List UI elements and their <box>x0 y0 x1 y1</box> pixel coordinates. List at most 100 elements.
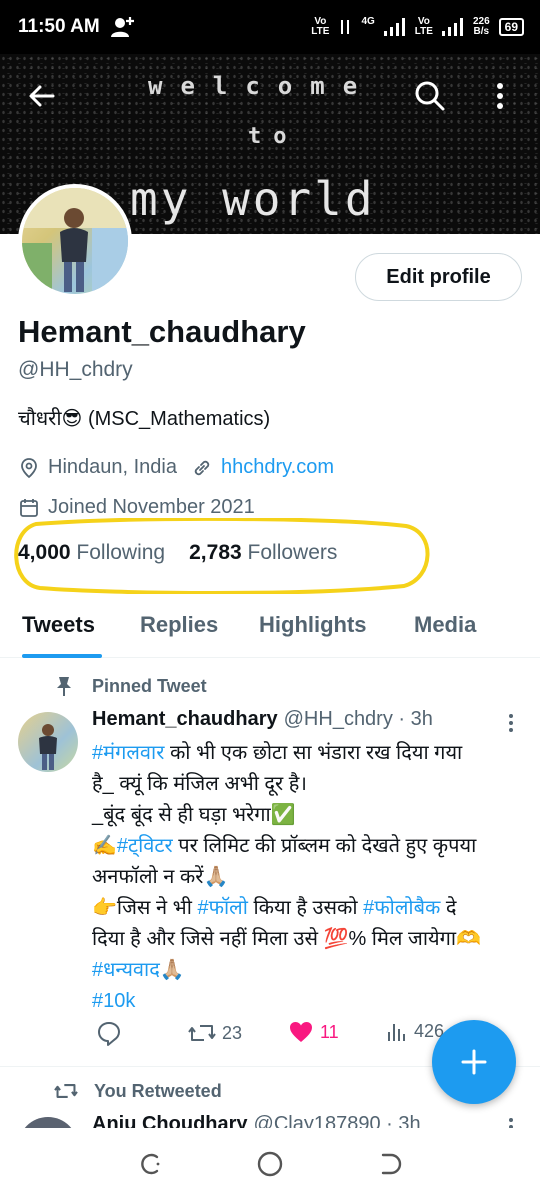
follow-stats: 4,000 Following 2,783 Followers <box>18 541 337 565</box>
banner-text-line1: welcome <box>148 72 376 100</box>
tweet-text: 👉जिस ने भी <box>92 897 198 919</box>
pinned-label: Pinned Tweet <box>54 675 207 697</box>
calendar-icon <box>20 498 38 517</box>
status-bar: 11:50 AM Vo LTE 4G Vo LTE 226 B/s 69 <box>0 0 540 54</box>
profile-joined: Joined November 2021 <box>48 496 255 518</box>
following-label: Following <box>76 541 166 564</box>
recents-button[interactable] <box>130 1144 170 1184</box>
tweet-header: Hemant_chaudhary @HH_chdry · 3h <box>92 708 433 731</box>
edit-profile-button[interactable]: Edit profile <box>355 253 522 301</box>
network-label: 4G <box>361 16 375 27</box>
tweet-text: 🙏🏼 <box>159 959 185 981</box>
tweet-handle-time: @HH_chdry · 3h <box>283 708 433 730</box>
hashtag-link[interactable]: #ट्विटर <box>117 835 173 857</box>
tab-tweets[interactable]: Tweets <box>22 612 95 638</box>
volte-indicator-1: Vo LTE <box>311 17 329 37</box>
avatar-photo <box>22 188 128 294</box>
retweet-button[interactable]: 23 <box>188 1020 242 1046</box>
search-icon <box>415 81 445 111</box>
tweet-text: पर लिमिट की प्रॉब्लम को देखते हुए कृपया <box>172 835 477 857</box>
back-nav-icon <box>381 1153 402 1175</box>
followers-stat[interactable]: 2,783 Followers <box>189 541 337 565</box>
tweet-text: है_ क्यूं कि मंजिल अभी दूर है। <box>92 773 307 795</box>
pinned-label-text: Pinned Tweet <box>92 675 207 696</box>
profile-tabs: Tweets Replies Highlights Media <box>0 600 540 658</box>
profile-joined-row: Joined November 2021 <box>18 496 255 519</box>
tweet-text: दिया है और जिसे नहीं मिला उसे 💯% मिल जाय… <box>92 928 481 950</box>
active-tab-indicator <box>22 654 102 658</box>
hashtag-link[interactable]: #फॉलो <box>197 897 247 919</box>
retweet-icon <box>188 1025 216 1041</box>
network-speed: 226 B/s <box>473 17 490 37</box>
banner-text-line3: my world <box>130 172 376 226</box>
location-icon <box>21 457 37 478</box>
tab-media[interactable]: Media <box>414 612 476 638</box>
tweet-text: अनफॉलो न करें🙏🏼 <box>92 866 229 888</box>
tweet-text: दे <box>440 897 457 919</box>
home-circle-icon <box>257 1151 283 1177</box>
hashtag-link[interactable]: #10k <box>92 990 135 1012</box>
signal-icon-2 <box>441 18 463 36</box>
like-button[interactable]: 11 <box>288 1020 339 1044</box>
tweet-text: किया है उसको <box>247 897 364 919</box>
retweet-small-icon <box>54 1084 78 1098</box>
profile-avatar[interactable] <box>18 184 132 298</box>
tweet-body: #मंगलवार को भी एक छोटा सा भंडारा रख दिया… <box>92 738 532 1017</box>
retweeted-label: You Retweeted <box>54 1080 222 1102</box>
tweet-text: _बूंद बूंद से ही घड़ा भरेगा✅ <box>92 804 296 826</box>
retweeted-label-text: You Retweeted <box>94 1080 222 1101</box>
views-button[interactable]: 426 <box>386 1020 444 1042</box>
retweet-count: 23 <box>222 1022 243 1043</box>
following-count: 4,000 <box>18 541 71 564</box>
profile-handle: @HH_chdry <box>18 358 133 381</box>
profile-location: Hindaun, India <box>48 456 177 478</box>
analytics-icon <box>388 1024 405 1041</box>
plus-icon <box>461 1049 487 1075</box>
hashtag-link[interactable]: #मंगलवार <box>92 742 164 764</box>
system-nav-bar <box>0 1128 540 1200</box>
tweet-avatar-photo <box>39 724 57 770</box>
volte-bottom-2: LTE <box>414 26 433 37</box>
followers-count: 2,783 <box>189 541 242 564</box>
search-button[interactable] <box>410 76 450 116</box>
battery-indicator: 69 <box>498 18 524 36</box>
followers-label: Followers <box>247 541 338 564</box>
following-stat[interactable]: 4,000 Following <box>18 541 165 565</box>
compose-tweet-button[interactable] <box>432 1020 516 1104</box>
volte-indicator-2: Vo LTE <box>415 17 433 37</box>
tweet-text: को भी एक छोटा सा भंडारा रख दिया गया <box>164 742 463 764</box>
reply-button[interactable] <box>96 1020 122 1046</box>
more-vertical-icon <box>497 83 503 109</box>
user-add-icon <box>110 17 134 37</box>
more-options-button[interactable] <box>480 76 520 116</box>
back-arrow-icon <box>29 85 55 107</box>
tweet-text: ✍️ <box>92 835 117 857</box>
status-icons: Vo LTE 4G Vo LTE 226 B/s 69 <box>311 17 524 37</box>
status-time: 11:50 AM <box>18 16 100 37</box>
tab-replies[interactable]: Replies <box>140 612 218 638</box>
back-nav-button[interactable] <box>370 1144 410 1184</box>
heart-filled-icon <box>290 1022 312 1042</box>
banner-text-line2: to <box>248 124 299 149</box>
tweet-author-name[interactable]: Hemant_chaudhary <box>92 708 278 731</box>
volte-bottom: LTE <box>311 26 330 37</box>
profile-bio: चौधरी😎 (MSC_Mathematics) <box>18 408 271 430</box>
data-transfer-icon <box>341 20 350 34</box>
profile-website-link[interactable]: hhchdry.com <box>221 456 334 479</box>
profile-name: Hemant_chaudhary <box>18 314 306 349</box>
tweet-avatar[interactable] <box>18 712 78 772</box>
tab-highlights[interactable]: Highlights <box>259 612 367 638</box>
tweet-more-icon[interactable] <box>504 712 518 734</box>
back-button[interactable] <box>22 76 62 116</box>
link-icon <box>194 460 210 475</box>
recents-icon <box>141 1153 160 1175</box>
home-button[interactable] <box>250 1144 290 1184</box>
reply-icon <box>98 1022 120 1046</box>
speed-unit: B/s <box>473 26 490 37</box>
pin-icon <box>57 677 71 696</box>
signal-icon <box>383 18 405 36</box>
hashtag-link[interactable]: #फोलोबैक <box>363 897 440 919</box>
like-count: 11 <box>320 1021 339 1042</box>
profile-meta-row: Hindaun, India hhchdry.com <box>18 456 334 479</box>
hashtag-link[interactable]: #धन्यवाद <box>92 959 160 981</box>
